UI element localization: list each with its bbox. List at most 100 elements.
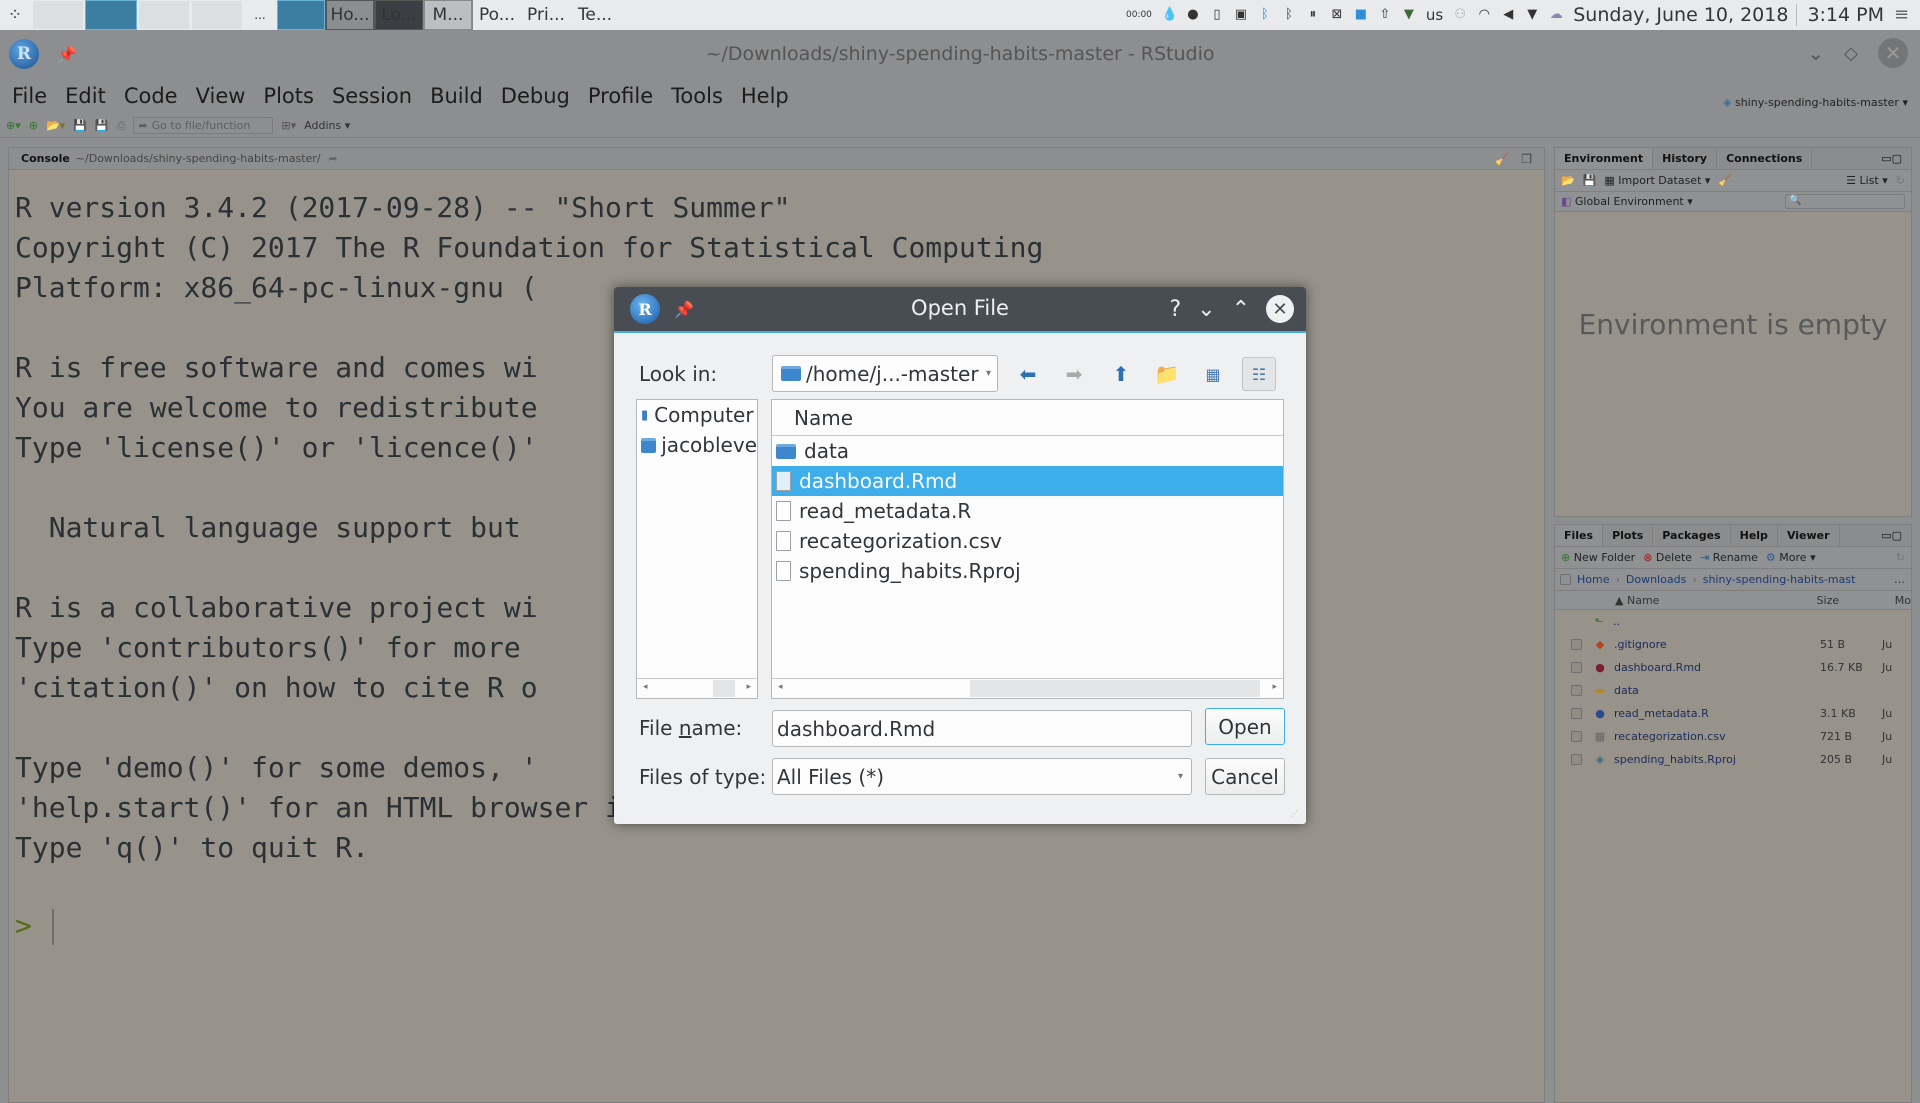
more-path-icon[interactable]: …: [1894, 573, 1905, 586]
scroll-left-icon[interactable]: ◂: [778, 682, 783, 692]
open-file-icon[interactable]: 📂▾: [46, 119, 65, 132]
pane-minmax-icon[interactable]: ▭▢: [1872, 525, 1911, 546]
menu-code[interactable]: Code: [124, 84, 178, 108]
tab-packages[interactable]: Packages: [1653, 525, 1731, 546]
menu-help[interactable]: Help: [741, 84, 789, 108]
parent-folder-button[interactable]: ⬆: [1104, 357, 1138, 391]
tab-environment[interactable]: Environment: [1555, 148, 1654, 169]
menu-session[interactable]: Session: [332, 84, 412, 108]
import-dataset-button[interactable]: ▦ Import Dataset ▾: [1604, 174, 1710, 187]
file-row[interactable]: data: [772, 436, 1283, 466]
clock-time[interactable]: 3:14 PM: [1807, 4, 1884, 26]
clock-date[interactable]: Sunday, June 10, 2018: [1573, 4, 1798, 26]
file-list-item[interactable]: ◈ spending_habits.Rproj 205 B Ju: [1555, 748, 1911, 771]
layout-icon[interactable]: ⊞▾: [281, 119, 296, 132]
maximize-icon[interactable]: ⌃: [1232, 297, 1250, 322]
open-button[interactable]: Open: [1205, 708, 1285, 745]
menu-build[interactable]: Build: [430, 84, 483, 108]
select-all-checkbox[interactable]: [1560, 574, 1571, 585]
file-name[interactable]: dashboard.Rmd: [1614, 661, 1820, 674]
file-checkbox[interactable]: [1571, 708, 1582, 719]
scroll-left-icon[interactable]: ◂: [643, 682, 648, 692]
breadcrumb-home[interactable]: Home: [1577, 573, 1609, 586]
back-button[interactable]: ⬅: [1011, 357, 1045, 391]
file-checkbox[interactable]: [1571, 639, 1582, 650]
project-menu[interactable]: ◈ shiny-spending-habits-master ▾: [1723, 96, 1908, 109]
menu-edit[interactable]: Edit: [65, 84, 106, 108]
addins-menu[interactable]: Addins ▾: [304, 119, 350, 132]
file-list-item[interactable]: ▬ data: [1555, 679, 1911, 702]
menu-profile[interactable]: Profile: [588, 84, 653, 108]
breadcrumb-project[interactable]: shiny-spending-habits-mast: [1703, 573, 1856, 586]
scrollbar-track[interactable]: [970, 680, 1260, 697]
new-folder-button[interactable]: ⊕ New Folder: [1561, 551, 1635, 564]
detail-view-button[interactable]: ☷: [1242, 357, 1276, 391]
save-workspace-icon[interactable]: 💾: [1583, 174, 1597, 187]
circle-icon[interactable]: ●: [1186, 8, 1200, 22]
cancel-button[interactable]: Cancel: [1205, 758, 1285, 795]
file-row[interactable]: dashboard.Rmd: [772, 466, 1283, 496]
minimize-icon[interactable]: ⌄: [1197, 297, 1215, 322]
file-checkbox[interactable]: [1571, 685, 1582, 696]
look-in-dropdown[interactable]: /home/j...-master ▾: [772, 355, 998, 392]
dropbox-icon[interactable]: ■: [1354, 8, 1368, 22]
delete-button[interactable]: ⊗ Delete: [1643, 551, 1692, 564]
bluetooth-icon[interactable]: ᛒ: [1282, 8, 1296, 22]
file-checkbox[interactable]: [1571, 754, 1582, 765]
menu-tools[interactable]: Tools: [671, 84, 723, 108]
task-item[interactable]: Po...: [474, 1, 520, 29]
file-type-dropdown[interactable]: All Files (*) ▾: [772, 758, 1192, 795]
weather-icon[interactable]: ☁: [1549, 8, 1563, 22]
file-name[interactable]: spending_habits.Rproj: [1614, 753, 1820, 766]
scope-dropdown[interactable]: ◧ Global Environment ▾: [1561, 195, 1693, 208]
tab-viewer[interactable]: Viewer: [1778, 525, 1840, 546]
save-icon[interactable]: 💾: [73, 119, 87, 132]
scroll-right-icon[interactable]: ▸: [1272, 682, 1277, 692]
go-to-dir-icon[interactable]: ➦: [329, 152, 338, 165]
new-project-icon[interactable]: ⊕: [29, 119, 38, 132]
pane-minmax-icon[interactable]: ▭▢: [1872, 148, 1911, 169]
desktop-2[interactable]: [85, 0, 137, 30]
file-row[interactable]: read_metadata.R: [772, 496, 1283, 526]
pause-icon[interactable]: ⏸: [1306, 8, 1320, 22]
close-icon[interactable]: ✕: [1878, 38, 1908, 68]
screen-icon[interactable]: ⊠: [1330, 8, 1344, 22]
task-item[interactable]: Pri...: [523, 1, 569, 29]
file-list-item[interactable]: ● dashboard.Rmd 16.7 KB Ju: [1555, 656, 1911, 679]
drop-icon[interactable]: 💧: [1162, 8, 1178, 22]
phone-icon[interactable]: ▯: [1210, 8, 1224, 22]
task-active[interactable]: [277, 0, 325, 30]
scroll-right-icon[interactable]: ▸: [746, 682, 751, 692]
place-home[interactable]: jacobleve: [637, 430, 757, 460]
volume-icon[interactable]: ◀: [1501, 8, 1515, 22]
breadcrumb-downloads[interactable]: Downloads: [1626, 573, 1686, 586]
scrollbar-thumb[interactable]: [713, 680, 735, 697]
wifi-icon[interactable]: ◠: [1477, 8, 1491, 22]
resize-grip-icon[interactable]: ⋰: [1290, 809, 1298, 818]
new-folder-button[interactable]: 📁: [1150, 357, 1184, 391]
update-icon[interactable]: ⇧: [1378, 8, 1392, 22]
minimize-icon[interactable]: ⌄: [1807, 41, 1824, 65]
refresh-icon[interactable]: ↻: [1896, 551, 1905, 564]
file-list-item[interactable]: ◆ .gitignore 51 B Ju: [1555, 633, 1911, 656]
file-name[interactable]: recategorization.csv: [1614, 730, 1820, 743]
forward-button[interactable]: ➡: [1057, 357, 1091, 391]
expand-tray-icon[interactable]: ▼: [1525, 8, 1539, 22]
file-row[interactable]: recategorization.csv: [772, 526, 1283, 556]
file-list-item[interactable]: ▦ recategorization.csv 721 B Ju: [1555, 725, 1911, 748]
tab-history[interactable]: History: [1653, 148, 1718, 169]
pin-icon[interactable]: 📌: [57, 45, 77, 64]
pin-icon[interactable]: 📌: [674, 300, 694, 319]
task-item[interactable]: Lo...: [374, 0, 424, 31]
column-modified[interactable]: Mo: [1895, 594, 1911, 607]
menu-plots[interactable]: Plots: [263, 84, 314, 108]
menu-debug[interactable]: Debug: [501, 84, 570, 108]
desktop-3[interactable]: [139, 1, 189, 29]
task-item[interactable]: Ho...: [325, 0, 375, 31]
desktop-4[interactable]: [192, 1, 242, 29]
load-workspace-icon[interactable]: 📂: [1561, 174, 1575, 187]
device-icon[interactable]: ▣: [1234, 8, 1248, 22]
places-scrollbar[interactable]: ◂ ▸: [637, 678, 757, 698]
env-search-input[interactable]: 🔍: [1785, 194, 1905, 209]
file-name[interactable]: data: [1614, 684, 1820, 697]
